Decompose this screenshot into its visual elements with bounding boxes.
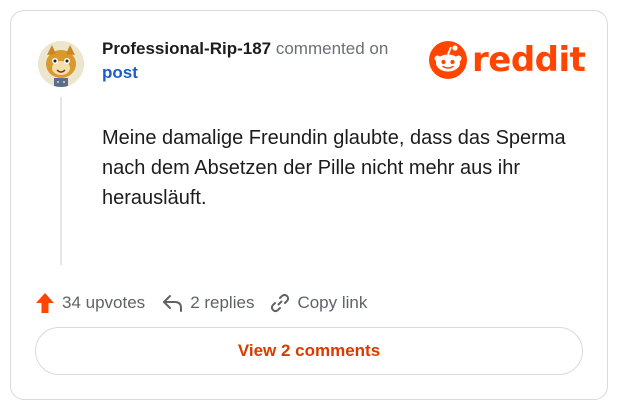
commented-on-text: commented on: [275, 39, 389, 58]
link-icon: [271, 293, 290, 313]
username-link[interactable]: Professional-Rip-187: [102, 39, 271, 58]
avatar-image: [38, 41, 84, 87]
comment-body: Meine damalige Freundin glaubte, dass da…: [102, 127, 566, 209]
comment-header: Professional-Rip-187 commented on post: [102, 37, 412, 85]
upvote-arrow-icon: [36, 293, 54, 313]
upvote-button[interactable]: 34 upvotes: [35, 292, 145, 314]
reddit-logo[interactable]: reddit: [429, 40, 586, 80]
replies-count: 2 replies: [190, 293, 255, 312]
copy-link-button[interactable]: Copy link: [270, 293, 367, 313]
copy-link-label: Copy link: [297, 293, 368, 312]
comment-actions: 34 upvotes 2 replies Copy link: [35, 290, 383, 316]
reply-icon: [163, 295, 183, 312]
upvote-count: 34 upvotes: [62, 293, 146, 312]
replies-button[interactable]: 2 replies: [161, 293, 254, 313]
user-avatar[interactable]: [38, 41, 84, 87]
reddit-wordmark: reddit: [472, 40, 586, 80]
view-comments-button[interactable]: View 2 comments: [35, 327, 583, 375]
thread-line[interactable]: [60, 97, 62, 265]
reddit-snoo-icon: [429, 41, 467, 79]
post-link[interactable]: post: [102, 61, 412, 85]
comment-card: Professional-Rip-187 commented on post r…: [10, 10, 608, 400]
